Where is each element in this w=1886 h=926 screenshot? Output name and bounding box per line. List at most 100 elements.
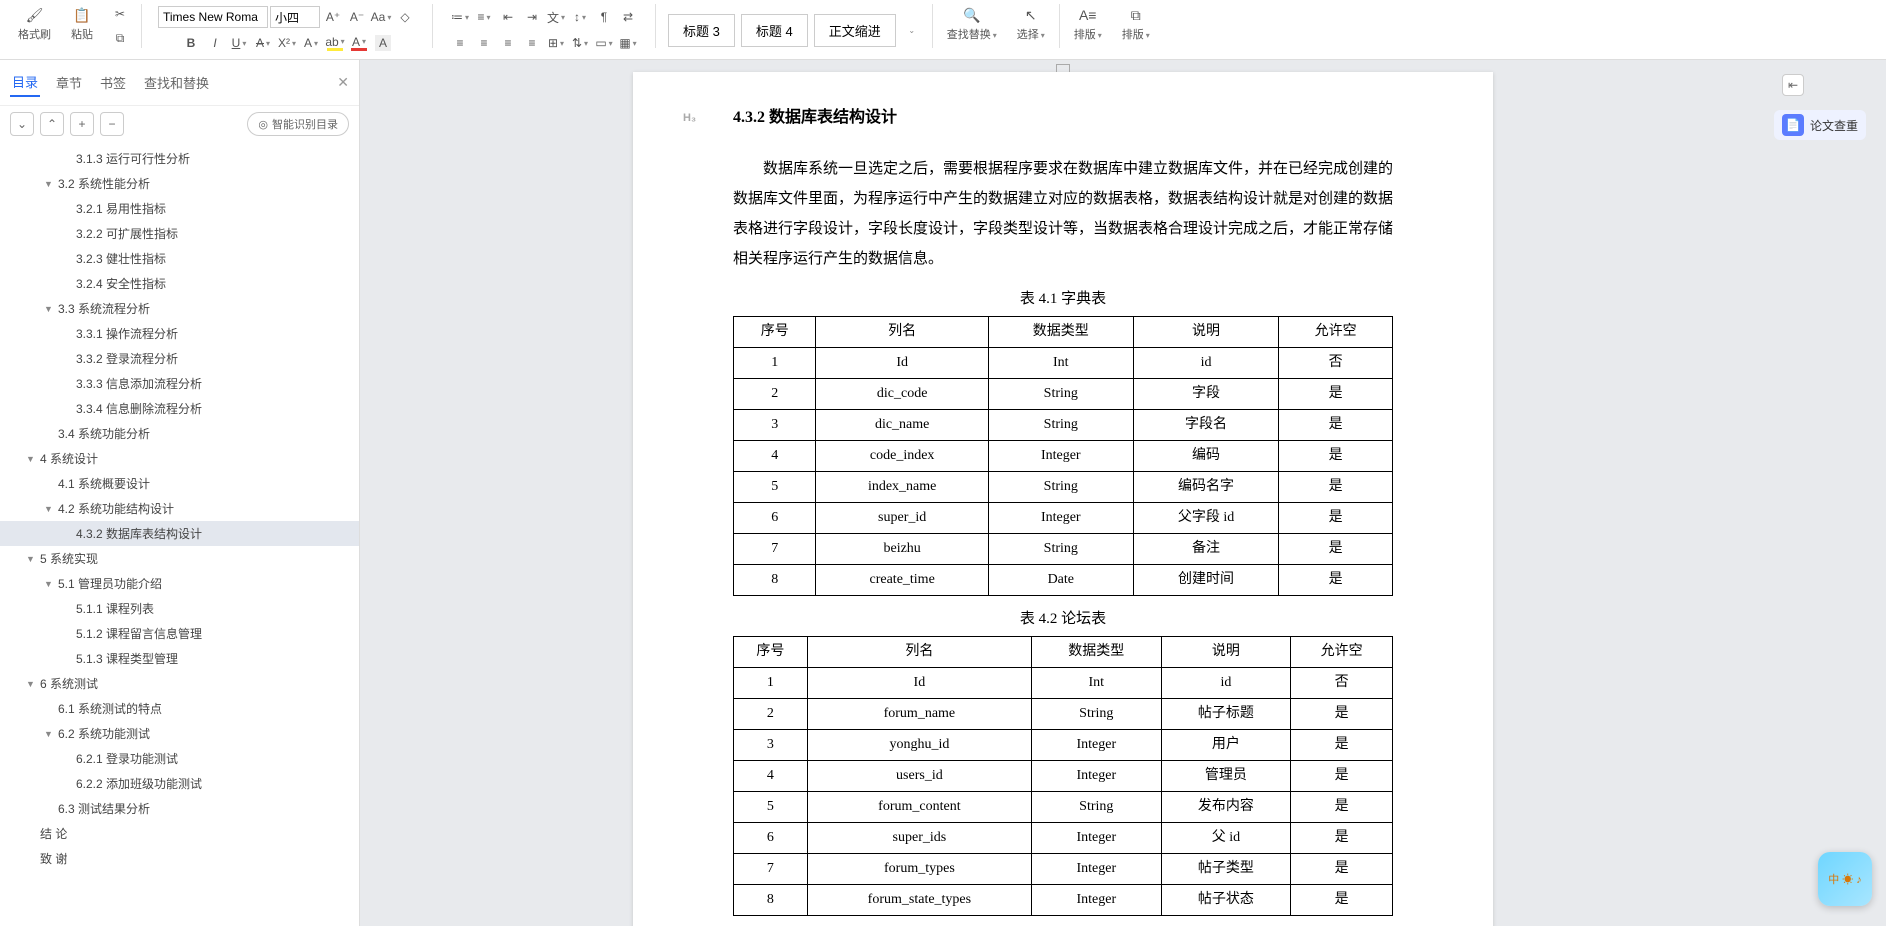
toc-item[interactable]: ▼6.2 系统功能测试 — [0, 721, 359, 746]
format-painter-button[interactable]: 🖌格式刷 — [14, 4, 55, 44]
increase-font-button[interactable]: A⁺ — [322, 7, 344, 27]
remove-level-button[interactable]: − — [100, 112, 124, 136]
italic-button[interactable]: I — [204, 33, 226, 53]
tab-chapter[interactable]: 章节 — [54, 69, 84, 96]
font-size-select[interactable] — [270, 6, 320, 28]
toc-item[interactable]: 3.3.3 信息添加流程分析 — [0, 371, 359, 396]
align-right-button[interactable]: ≡ — [497, 33, 519, 53]
bullet-list-button[interactable]: ≔▾ — [449, 7, 471, 27]
toc-item[interactable]: ▼4 系统设计 — [0, 446, 359, 471]
toc-item[interactable]: ▼3.2 系统性能分析 — [0, 171, 359, 196]
clear-format-button[interactable]: ◇ — [394, 7, 416, 27]
toc-item[interactable]: 致 谢 — [0, 846, 359, 871]
layout-button[interactable]: A≡排版▾ — [1070, 4, 1106, 44]
toc-item[interactable]: 5.1.2 课程留言信息管理 — [0, 621, 359, 646]
toc-tree[interactable]: 3.1.3 运行可行性分析▼3.2 系统性能分析3.2.1 易用性指标3.2.2… — [0, 142, 359, 926]
tab-button[interactable]: ⇄ — [617, 7, 639, 27]
toc-item[interactable]: 3.3.1 操作流程分析 — [0, 321, 359, 346]
nav-close-button[interactable]: ✕ — [337, 74, 349, 91]
rail-collapse-button[interactable]: ⇤ — [1774, 70, 1812, 100]
style-heading3-button[interactable]: 标题 3 — [668, 14, 735, 47]
tree-toggle-icon[interactable]: ▼ — [44, 504, 56, 514]
align-center-button[interactable]: ≡ — [473, 33, 495, 53]
find-replace-button[interactable]: 🔍查找替换▾ — [943, 4, 1001, 44]
paper-check-button[interactable]: 📄论文查重 — [1774, 110, 1866, 140]
collapse-button[interactable]: ⌄ — [10, 112, 34, 136]
increase-indent-button[interactable]: ⇥ — [521, 7, 543, 27]
toc-item[interactable]: 3.2.4 安全性指标 — [0, 271, 359, 296]
toc-item[interactable]: 3.2.3 健壮性指标 — [0, 246, 359, 271]
layout2-button[interactable]: ⧉排版▾ — [1118, 4, 1154, 44]
toc-item[interactable]: 3.3.4 信息删除流程分析 — [0, 396, 359, 421]
paste-button[interactable]: 📋粘贴 — [67, 4, 97, 44]
char-shading-button[interactable]: A — [372, 33, 394, 53]
table-cell: index_name — [816, 472, 988, 503]
toc-item[interactable]: 4.3.2 数据库表结构设计 — [0, 521, 359, 546]
toc-item[interactable]: 3.3.2 登录流程分析 — [0, 346, 359, 371]
number-list-button[interactable]: ≡▾ — [473, 7, 495, 27]
add-level-button[interactable]: + — [70, 112, 94, 136]
toc-item[interactable]: 结 论 — [0, 821, 359, 846]
style-more-button[interactable]: ⌄ — [900, 20, 922, 40]
toc-item[interactable]: 3.2.2 可扩展性指标 — [0, 221, 359, 246]
decrease-indent-button[interactable]: ⇤ — [497, 7, 519, 27]
toc-item[interactable]: 6.2.1 登录功能测试 — [0, 746, 359, 771]
toc-item[interactable]: 3.1.3 运行可行性分析 — [0, 146, 359, 171]
select-button[interactable]: ↖选择▾ — [1013, 4, 1049, 44]
smart-toc-button[interactable]: ◎智能识别目录 — [247, 112, 349, 136]
strike-button[interactable]: A▾ — [252, 33, 274, 53]
sort-button[interactable]: ↕▾ — [569, 7, 591, 27]
tree-toggle-icon[interactable]: ▼ — [44, 179, 56, 189]
toc-item[interactable]: 5.1.1 课程列表 — [0, 596, 359, 621]
tab-toc[interactable]: 目录 — [10, 68, 40, 97]
highlight-button[interactable]: ab▾ — [324, 33, 346, 53]
toc-item[interactable]: ▼3.3 系统流程分析 — [0, 296, 359, 321]
toc-item[interactable]: 6.1 系统测试的特点 — [0, 696, 359, 721]
text-direction-button[interactable]: 文▾ — [545, 7, 567, 27]
toc-item[interactable]: ▼5 系统实现 — [0, 546, 359, 571]
distribute-button[interactable]: ⊞▾ — [545, 33, 567, 53]
toc-item[interactable]: ▼5.1 管理员功能介绍 — [0, 571, 359, 596]
toc-item[interactable]: 3.4 系统功能分析 — [0, 421, 359, 446]
tree-toggle-icon[interactable]: ▼ — [44, 304, 56, 314]
expand-button[interactable]: ⌃ — [40, 112, 64, 136]
tree-toggle-icon[interactable]: ▼ — [44, 729, 56, 739]
borders-button[interactable]: ▦▾ — [617, 33, 639, 53]
toc-item[interactable]: 4.1 系统概要设计 — [0, 471, 359, 496]
style-heading4-button[interactable]: 标题 4 — [741, 14, 808, 47]
tab-bookmark[interactable]: 书签 — [98, 69, 128, 96]
tab-find[interactable]: 查找和替换 — [142, 69, 211, 96]
shading-button[interactable]: ▭▾ — [593, 33, 615, 53]
brush-icon: 🖌 — [26, 6, 44, 24]
align-justify-button[interactable]: ≡ — [521, 33, 543, 53]
align-left-button[interactable]: ≡ — [449, 33, 471, 53]
toc-item[interactable]: 6.2.2 添加班级功能测试 — [0, 771, 359, 796]
toc-item[interactable]: 6.3 测试结果分析 — [0, 796, 359, 821]
show-marks-button[interactable]: ¶ — [593, 7, 615, 27]
decrease-font-button[interactable]: A⁻ — [346, 7, 368, 27]
change-case-button[interactable]: Aa▾ — [370, 7, 392, 27]
font-family-select[interactable] — [158, 6, 268, 28]
bold-button[interactable]: B — [180, 33, 202, 53]
font-color-button[interactable]: A▾ — [348, 33, 370, 53]
tree-toggle-icon[interactable]: ▼ — [26, 679, 38, 689]
cut-button[interactable]: ✂ — [109, 4, 131, 24]
line-spacing-button[interactable]: ⇅▾ — [569, 33, 591, 53]
tree-toggle-icon[interactable]: ▼ — [26, 454, 38, 464]
text-effect-button[interactable]: A▾ — [300, 33, 322, 53]
toc-item[interactable]: ▼6 系统测试 — [0, 671, 359, 696]
document-viewport[interactable]: H₃ 4.3.2 数据库表结构设计 数据库系统一旦选定之后，需要根据程序要求在数… — [360, 60, 1766, 926]
tree-toggle-icon[interactable]: ▼ — [44, 579, 56, 589]
copy-button[interactable]: ⧉ — [109, 28, 131, 48]
tree-toggle-icon[interactable]: ▼ — [26, 554, 38, 564]
underline-button[interactable]: U▾ — [228, 33, 250, 53]
ribbon-toolbar: 🖌格式刷 📋粘贴 ✂ ⧉ A⁺ A⁻ Aa▾ ◇ B I U▾ A▾ — [0, 0, 1886, 60]
ruler-marker[interactable] — [1056, 64, 1070, 72]
toc-item[interactable]: 5.1.3 课程类型管理 — [0, 646, 359, 671]
toc-item[interactable]: ▼4.2 系统功能结构设计 — [0, 496, 359, 521]
ime-weather-badge[interactable]: 中 ☀ ♪ — [1818, 852, 1872, 906]
table-cell: 4 — [734, 441, 816, 472]
toc-item[interactable]: 3.2.1 易用性指标 — [0, 196, 359, 221]
superscript-button[interactable]: X²▾ — [276, 33, 298, 53]
style-body-indent-button[interactable]: 正文缩进 — [814, 14, 896, 47]
